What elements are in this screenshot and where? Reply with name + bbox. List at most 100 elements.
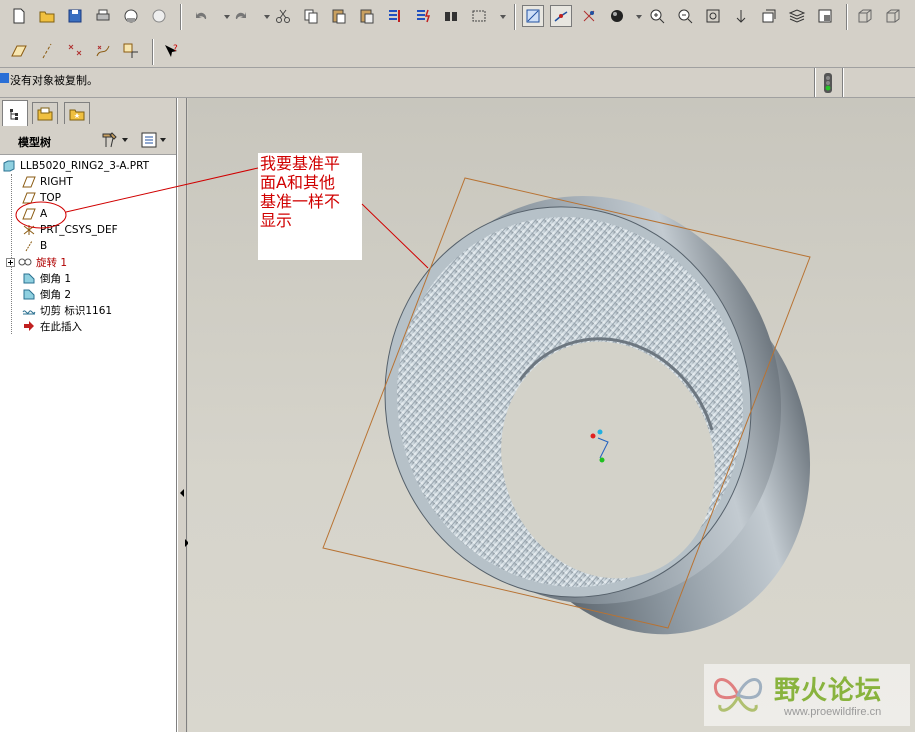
axis-display-icon[interactable] bbox=[550, 5, 572, 27]
tree-item-label: RIGHT bbox=[40, 176, 73, 188]
regenerate-icon[interactable] bbox=[384, 5, 406, 27]
tree-item-label: B bbox=[40, 240, 48, 252]
expand-plus-icon[interactable] bbox=[6, 257, 15, 267]
tree-item-label: 倒角 1 bbox=[40, 272, 72, 285]
panel-title: 模型树 bbox=[18, 136, 51, 149]
copy-icon[interactable] bbox=[300, 5, 322, 27]
print-icon[interactable] bbox=[92, 5, 114, 27]
datum-display-icon[interactable] bbox=[522, 5, 544, 27]
part-icon bbox=[2, 160, 16, 172]
paste-special-icon[interactable] bbox=[356, 5, 378, 27]
forum-watermark: 野火论坛 www.proewildfire.cn bbox=[704, 664, 910, 726]
datum-plane-icon bbox=[22, 176, 36, 188]
select-dropdown-icon[interactable] bbox=[492, 5, 514, 27]
show-list-icon bbox=[141, 132, 157, 148]
wireframe-view-icon[interactable] bbox=[854, 5, 876, 27]
tree-item-a[interactable]: A bbox=[22, 206, 47, 222]
tab-favorites[interactable] bbox=[64, 102, 90, 124]
email-icon[interactable] bbox=[120, 5, 142, 27]
zoom-out-icon[interactable] bbox=[674, 5, 696, 27]
regeneration-status-icon[interactable] bbox=[822, 72, 834, 94]
annotation-line: 我要基准平 bbox=[260, 154, 341, 173]
chamfer-icon bbox=[22, 288, 36, 300]
datum-point-tool-icon[interactable] bbox=[64, 40, 86, 62]
revolve-icon bbox=[18, 256, 32, 268]
zoom-in-icon[interactable] bbox=[646, 5, 668, 27]
panel-splitter[interactable] bbox=[177, 98, 189, 732]
point-display-icon[interactable] bbox=[578, 5, 600, 27]
new-file-icon[interactable] bbox=[8, 5, 30, 27]
annotation-line: 基准一样不 bbox=[260, 192, 341, 211]
cut-icon[interactable] bbox=[272, 5, 294, 27]
refit-icon[interactable] bbox=[702, 5, 724, 27]
tree-settings-button[interactable] bbox=[100, 130, 134, 150]
reorient-icon[interactable] bbox=[730, 5, 752, 27]
tree-item-b[interactable]: B bbox=[22, 238, 47, 254]
navigator-panel: 模型树 LLB5020_RING2_3-A.PRT RIGHT TOP A PR… bbox=[0, 98, 177, 732]
paste-icon[interactable] bbox=[328, 5, 350, 27]
insert-here-icon bbox=[22, 320, 36, 332]
favorites-folder-icon bbox=[69, 109, 85, 120]
tree-item-label: 旋转 1 bbox=[36, 256, 68, 269]
tree-item-revolve[interactable]: 旋转 1 bbox=[6, 254, 67, 270]
tree-item-cut[interactable]: 切剪 标识1161 bbox=[22, 302, 112, 318]
view-manager-icon[interactable] bbox=[814, 5, 836, 27]
tab-folder-browser[interactable] bbox=[32, 102, 58, 124]
tree-show-button[interactable] bbox=[140, 130, 174, 150]
tree-item-label: 在此插入 bbox=[40, 320, 82, 333]
collapse-left-icon[interactable] bbox=[179, 488, 185, 498]
csys-tool-icon[interactable] bbox=[120, 40, 142, 62]
watermark-url: www.proewildfire.cn bbox=[784, 706, 882, 718]
tree-item-label: 倒角 2 bbox=[40, 288, 72, 301]
email-attach-icon[interactable] bbox=[148, 5, 170, 27]
saved-views-icon[interactable] bbox=[758, 5, 780, 27]
tree-root[interactable]: LLB5020_RING2_3-A.PRT bbox=[2, 158, 149, 174]
tree-item-top[interactable]: TOP bbox=[22, 190, 61, 206]
message-info-icon bbox=[0, 73, 9, 83]
navigator-tabs bbox=[0, 98, 176, 126]
datum-plane-tool-icon[interactable] bbox=[8, 40, 30, 62]
datum-curve-tool-icon[interactable] bbox=[92, 40, 114, 62]
tree-item-label: TOP bbox=[40, 192, 62, 204]
datum-axis-icon bbox=[22, 240, 36, 252]
tree-item-chamfer-1[interactable]: 倒角 1 bbox=[22, 270, 71, 286]
datum-plane-icon bbox=[22, 192, 36, 204]
tree-item-label: PRT_CSYS_DEF bbox=[40, 224, 118, 236]
open-folder-icon[interactable] bbox=[36, 5, 58, 27]
select-box-icon[interactable] bbox=[468, 5, 490, 27]
redo-icon[interactable] bbox=[230, 5, 252, 27]
undo-icon[interactable] bbox=[190, 5, 212, 27]
cut-icon bbox=[22, 304, 36, 316]
tree-item-label: 切剪 标识1161 bbox=[40, 304, 113, 317]
datum-toolbar: ? bbox=[0, 35, 915, 68]
shading-sphere-icon[interactable] bbox=[606, 5, 628, 27]
annotation-line: 显示 bbox=[260, 211, 293, 230]
annotation-line: 面A和其他 bbox=[260, 173, 335, 192]
folder-browser-icon bbox=[37, 107, 53, 120]
chevron-down-icon bbox=[160, 138, 166, 142]
layers-icon[interactable] bbox=[786, 5, 808, 27]
svg-text:?: ? bbox=[173, 44, 178, 54]
csys-icon bbox=[22, 224, 36, 236]
tab-model-tree[interactable] bbox=[2, 100, 28, 126]
butterfly-logo-icon bbox=[713, 678, 763, 712]
tree-root-label: LLB5020_RING2_3-A.PRT bbox=[20, 160, 150, 172]
find-binoculars-icon[interactable] bbox=[440, 5, 462, 27]
tree-item-csys[interactable]: PRT_CSYS_DEF bbox=[22, 222, 118, 238]
regen-manager-icon[interactable] bbox=[412, 5, 434, 27]
hidden-line-view-icon[interactable] bbox=[882, 5, 904, 27]
message-bar: 没有对象被复制。 bbox=[0, 68, 915, 98]
tree-item-insert-here[interactable]: 在此插入 bbox=[22, 318, 82, 334]
datum-axis-tool-icon[interactable] bbox=[36, 40, 58, 62]
annotation-note: 我要基准平 面A和其他 基准一样不 显示 bbox=[258, 153, 362, 260]
save-icon[interactable] bbox=[64, 5, 86, 27]
model-tree-icon bbox=[10, 108, 18, 120]
watermark-title: 野火论坛 bbox=[774, 676, 883, 706]
tree-item-chamfer-2[interactable]: 倒角 2 bbox=[22, 286, 71, 302]
tree-item-label: A bbox=[40, 208, 48, 220]
chamfer-icon bbox=[22, 272, 36, 284]
context-help-icon[interactable]: ? bbox=[160, 40, 182, 62]
tools-icon bbox=[102, 132, 117, 148]
datum-plane-icon bbox=[22, 208, 36, 220]
tree-item-right[interactable]: RIGHT bbox=[22, 174, 73, 190]
